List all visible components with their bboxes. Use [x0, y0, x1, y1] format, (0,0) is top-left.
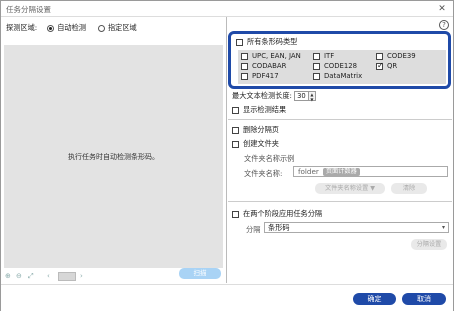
show-results-checkbox[interactable] — [232, 106, 239, 114]
barcode-type-itf[interactable]: ITF — [313, 52, 334, 60]
barcode-type-grid: UPC, EAN, JAN ITF CODE39 CODABAR CODE128… — [238, 50, 446, 84]
barcode-type-label: QR — [387, 62, 398, 70]
barcode-type-label: PDF417 — [252, 72, 279, 80]
detect-area-label: 探测区域: — [6, 23, 38, 32]
folder-name-settings-button[interactable]: 文件夹名称设置 ▼ — [315, 183, 385, 194]
barcode-type-checkbox[interactable] — [241, 52, 248, 60]
title-bar: 任务分隔设置 ✕ — [1, 1, 453, 17]
separator-label: 分隔 — [246, 225, 261, 234]
ok-button[interactable]: 确定 — [353, 293, 396, 305]
barcode-type-checkbox[interactable] — [313, 52, 320, 60]
two-stage-checkbox[interactable] — [232, 210, 239, 218]
chevron-down-icon: ▾ — [441, 224, 445, 231]
prev-page-icon[interactable]: ‹ — [47, 272, 50, 280]
barcode-type-checkbox[interactable] — [241, 62, 248, 70]
preview-area: 执行任务时自动检测条形码。 — [4, 45, 223, 268]
separator-value: 条形码 — [268, 223, 290, 232]
show-results-label: 显示检测结果 — [243, 105, 287, 114]
delete-separator-checkbox[interactable] — [232, 126, 239, 134]
detect-area-row: 探测区域: 自动检测 指定区域 — [6, 23, 137, 33]
create-folder-checkbox[interactable] — [232, 140, 239, 148]
all-barcode-types-row: 所有条形码类型 — [236, 37, 297, 47]
show-results-row: 显示检测结果 — [232, 105, 286, 115]
max-length-input[interactable]: 30 — [293, 91, 309, 101]
fit-icon[interactable]: ⤢ — [28, 272, 34, 281]
barcode-type-upc[interactable]: UPC, EAN, JAN — [241, 52, 301, 60]
clear-button[interactable]: 清除 — [391, 183, 427, 194]
two-stage-label: 在两个阶段应用任务分隔 — [243, 209, 323, 218]
zoom-in-icon[interactable]: ⊕ — [5, 272, 11, 280]
barcode-type-qr[interactable]: QR — [376, 61, 398, 70]
barcode-type-label: ITF — [324, 52, 335, 60]
barcode-type-panel: 所有条形码类型 UPC, EAN, JAN ITF CODE39 CODABAR… — [228, 31, 451, 89]
delete-separator-row: 删除分隔页 — [232, 125, 279, 135]
specify-area-radio[interactable] — [97, 24, 105, 32]
divider — [228, 119, 452, 120]
auto-detect-label: 自动检测 — [57, 23, 86, 32]
separator-settings-button[interactable]: 分隔设置 — [411, 239, 447, 250]
folder-name-label: 文件夹名称: — [244, 169, 283, 178]
window-title: 任务分隔设置 — [6, 5, 51, 14]
close-icon[interactable]: ✕ — [436, 3, 448, 15]
barcode-type-checkbox[interactable] — [241, 72, 248, 80]
barcode-type-label: CODABAR — [252, 62, 287, 70]
all-barcode-types-checkbox[interactable] — [236, 38, 243, 46]
folder-name-field[interactable]: folder 页面计数器 — [293, 166, 448, 177]
delete-separator-label: 删除分隔页 — [243, 125, 279, 134]
max-length-row: 最大文本检测长度: 30 ▲ ▼ — [232, 91, 316, 102]
folder-name-prefix: folder — [298, 167, 319, 176]
preview-pane: 探测区域: 自动检测 指定区域 执行任务时自动检测条形码。 ⊕ ⊖ ⤢ ‹ › … — [1, 17, 227, 283]
max-length-stepper[interactable]: ▲ ▼ — [308, 91, 316, 102]
max-length-label: 最大文本检测长度: — [232, 91, 292, 100]
barcode-type-checkbox[interactable] — [313, 72, 320, 80]
barcode-type-checkbox[interactable] — [313, 62, 320, 70]
barcode-type-pdf417[interactable]: PDF417 — [241, 72, 279, 80]
all-barcode-types-label: 所有条形码类型 — [247, 37, 298, 46]
barcode-type-datamatrix[interactable]: DataMatrix — [313, 72, 362, 80]
barcode-type-checkbox-checked[interactable] — [376, 61, 384, 70]
barcode-type-label: UPC, EAN, JAN — [252, 52, 301, 60]
barcode-type-label: CODE39 — [387, 52, 416, 60]
scan-button[interactable]: 扫描 — [179, 268, 221, 279]
two-stage-row: 在两个阶段应用任务分隔 — [232, 209, 322, 219]
next-page-icon[interactable]: › — [80, 272, 83, 280]
preview-message: 执行任务时自动检测条形码。 — [68, 152, 159, 161]
auto-detect-radio[interactable] — [47, 24, 55, 32]
barcode-type-label: CODE128 — [324, 62, 358, 70]
create-folder-label: 创建文件夹 — [243, 139, 279, 148]
specify-area-label: 指定区域 — [107, 23, 137, 32]
zoom-out-icon[interactable]: ⊖ — [16, 272, 22, 280]
create-folder-row: 创建文件夹 — [232, 139, 279, 149]
page-counter-chip: 页面计数器 — [322, 167, 360, 176]
barcode-type-label: DataMatrix — [324, 72, 363, 80]
cancel-button[interactable]: 取消 — [402, 293, 446, 305]
divider — [228, 201, 452, 202]
barcode-type-checkbox[interactable] — [376, 52, 383, 60]
folder-example-label: 文件夹名称示例 — [244, 154, 295, 163]
barcode-type-codabar[interactable]: CODABAR — [241, 62, 286, 70]
barcode-type-code128[interactable]: CODE128 — [313, 62, 357, 70]
barcode-type-code39[interactable]: CODE39 — [376, 52, 416, 60]
task-separation-dialog: 任务分隔设置 ✕ ? 探测区域: 自动检测 指定区域 执行任务时自动检测条形码。… — [0, 0, 454, 311]
separator-select[interactable]: 条形码 ▾ — [264, 222, 449, 233]
help-icon[interactable]: ? — [439, 20, 449, 30]
page-thumbnail — [58, 272, 76, 281]
